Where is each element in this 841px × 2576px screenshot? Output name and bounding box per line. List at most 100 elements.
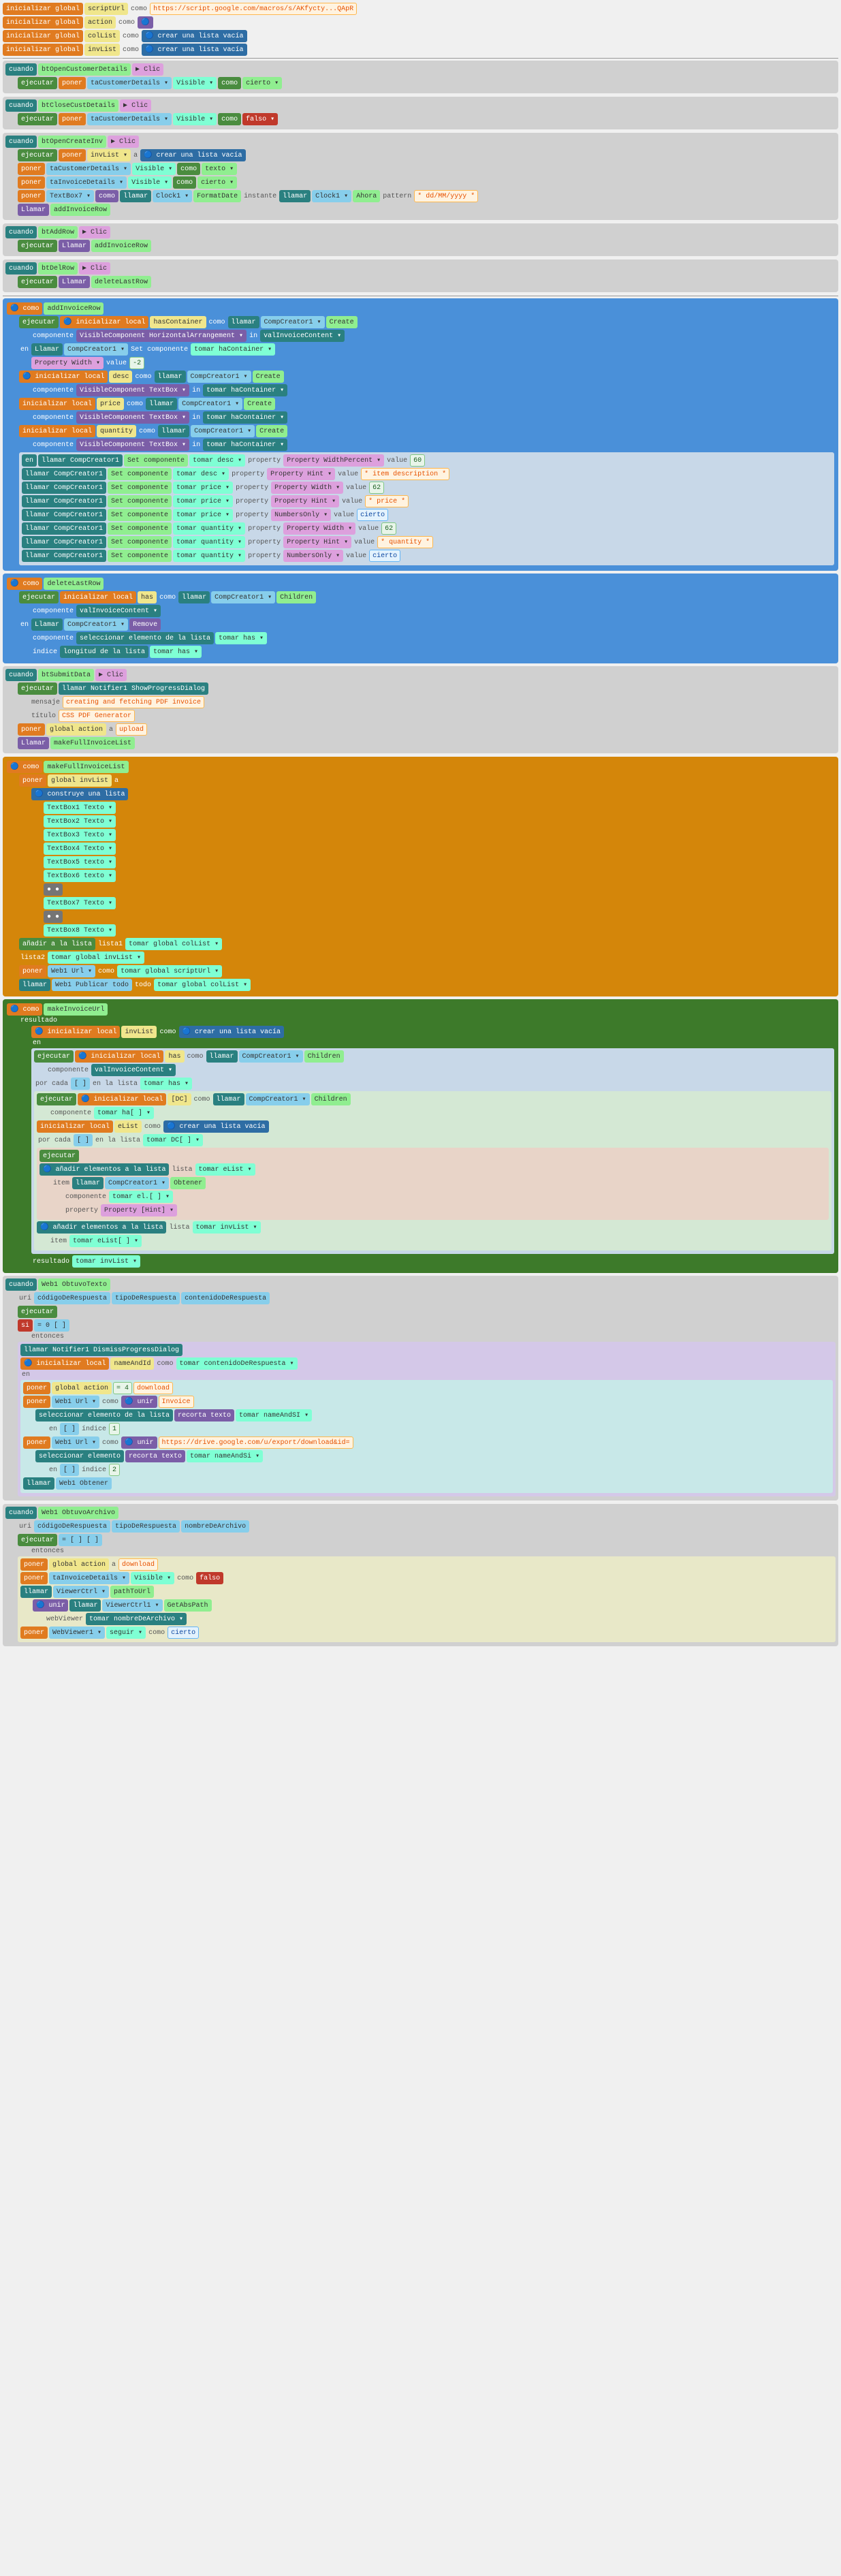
lista1-label: lista1 [97, 941, 124, 948]
componente-label-1: componente [31, 332, 75, 340]
set-desc-widthpct-row: en llamar CompCreator1 Set componente to… [22, 454, 831, 467]
init-local-8: 🔵 inicializar local [78, 1093, 166, 1105]
contenido-respuesta: contenidoDeRespuesta [181, 1292, 270, 1304]
value-label-1: value [105, 360, 128, 367]
ejecutar-chip-row-2: ejecutar = [ ] [ ] [18, 1534, 836, 1546]
item-label-2: item [49, 1238, 68, 1245]
seguir-chip: seguir ▾ [106, 1627, 146, 1639]
web1-gotfile-name: Web1 ObtuvоArchivo [38, 1507, 118, 1519]
en-label-2: en [19, 621, 30, 629]
web1-pub-chip: Web1 Publicar todo [52, 979, 132, 991]
compcreator1-3: CompCreator1 ▾ [187, 371, 251, 383]
web1-gotfile-uri-row: uri códigoDeRespuesta tipoDeRespuesta no… [18, 1520, 836, 1533]
init-dc-row: ejecutar 🔵 inicializar local [DC] como l… [37, 1093, 829, 1105]
ejecutar-chip-row: ejecutar [18, 1306, 836, 1318]
in-label-4: in [191, 441, 202, 449]
como-chip-5: como [95, 190, 118, 202]
remove-chip: Remove [129, 618, 161, 631]
a-label-1: a [132, 152, 139, 159]
poner-visible-false-row: poner taInvoiceDetails ▾ Visible ▾ como … [20, 1572, 833, 1584]
quantity-var: quantity [97, 425, 136, 437]
init-local-6: 🔵 inicializar local [31, 1026, 120, 1038]
ejecutar-chip-7: ejecutar [19, 591, 59, 603]
anadir-elist-row: 🔵 añadir elementos a la lista lista toma… [39, 1163, 826, 1176]
makeInvoiceUrl-name: makeInvoiceUrl [44, 1003, 108, 1016]
create-list-btn-5[interactable]: 🔵 crear una lista vacía [163, 1120, 268, 1133]
create-list-btn-2[interactable]: 🔵 crear una lista vacía [142, 44, 247, 56]
when-chip-5: cuando [5, 262, 37, 274]
en-block-2: poner global action = 4 download poner W… [20, 1380, 833, 1493]
poner-chip-7: poner [18, 723, 45, 736]
visible-textbox-3: VisibleComponent TextBox ▾ [76, 439, 189, 451]
componente-label-7: componente [46, 1067, 90, 1074]
download-str-2: download [118, 1558, 158, 1571]
create-chip-4: Create [256, 425, 287, 437]
llamar-chip-12: llamar CompCreator1 [22, 468, 106, 480]
clic-chip-1: ▶ Clic [132, 63, 163, 76]
tomar-nameandsi: tomar nameAndSI ▾ [236, 1409, 312, 1421]
poner-chip-8: poner [19, 774, 46, 787]
set-quantity-width-row: llamar CompCreator1 Set componente tomar… [22, 522, 831, 535]
global-action-1: global action [46, 723, 106, 736]
llamar-chip-23: llamar [206, 1050, 238, 1063]
dismiss-notifier-row: llamar Notifier1 DismissProgressDialog [20, 1344, 833, 1356]
como-chip-3: como [177, 163, 200, 175]
llamar-chip-21: Llamar [18, 737, 49, 749]
property-hint-2: Property Hint ▾ [271, 495, 339, 507]
llamar-chip-9: llamar [146, 398, 177, 410]
set-price-numbers-row: llamar CompCreator1 Set componente tomar… [22, 509, 831, 521]
property-width-3: Property Width ▾ [283, 522, 355, 535]
create-list-btn-4[interactable]: 🔵 crear una lista vacía [179, 1026, 284, 1038]
clic-chip-5: ▶ Clic [79, 262, 110, 274]
tomar-haContainer-3: tomar haContainer ▾ [203, 411, 287, 424]
property-label-9: property [64, 1207, 99, 1214]
btdelrow-event: cuando btDelRow ▶ Clic ejecutar Llamar d… [3, 260, 838, 292]
addinvoicerow-function: 🔵 como addInvoiceRow ejecutar 🔵 iniciali… [3, 298, 838, 571]
dot-row-1: ● ● [44, 883, 834, 896]
action-var: action [84, 16, 116, 29]
tipo-respuesta-2: tipoDeRespuesta [112, 1520, 180, 1533]
addinvoicerow-chip-1: addInvoiceRow [50, 204, 110, 216]
tainvoicedetails-2: taInvoiceDetails ▾ [49, 1572, 129, 1584]
textbox4-texto: TextBox4 Texto ▾ [44, 843, 116, 855]
construye-block: 🔵 construye una lista TextBox1 Texto ▾ T… [31, 788, 834, 937]
makefullinvoicelist-header: 🔵 como makeFullInvoiceList [7, 761, 834, 773]
llamar-chip-17: llamar CompCreator1 [22, 536, 106, 548]
deletelastrow-body: ejecutar inicializar local has como llam… [19, 591, 834, 658]
clic-chip-6: ▶ Clic [95, 669, 127, 681]
makefullinvoicelist-function: 🔵 como makeFullInvoiceList poner global … [3, 757, 838, 996]
compcreator1-1: CompCreator1 ▾ [261, 316, 325, 328]
tomar-dc: tomar DC[ ] ▾ [143, 1134, 203, 1146]
equals-4: = 4 [113, 1382, 132, 1394]
tomar-price-1: tomar price ▾ [173, 482, 233, 494]
a-label-4: a [110, 1561, 117, 1569]
init-global-chip-1: inicializar global [3, 3, 83, 15]
btclosecustdetails-event: cuando btCloseCustDetails ▶ Clic ejecuta… [3, 97, 838, 129]
web1-url-3: Web1 Url ▾ [52, 1436, 99, 1449]
create-list-btn-1[interactable]: 🔵 crear una lista vacía [142, 30, 247, 42]
como-label-5: como [208, 319, 227, 326]
ahora-chip: Ahora [353, 190, 380, 202]
set-price-width-row: llamar CompCreator1 Set componente tomar… [22, 482, 831, 494]
init-local-7: 🔵 inicializar local [75, 1050, 163, 1063]
a-label-2: a [108, 726, 114, 734]
value-label-8: value [353, 539, 376, 546]
tb2-row: TextBox2 Texto ▾ [44, 815, 834, 828]
webviewer-nombre-row: webViewer tomar nombreDeArchivo ▾ [45, 1613, 833, 1625]
construye-chip: 🔵 construye una lista [31, 788, 128, 800]
btopencreateInv-body: ejecutar poner invList ▾ a 🔵 crear una l… [18, 149, 836, 216]
makefullinvoicelist-chip-1: makeFullInvoiceList [50, 737, 135, 749]
resultado-label-2: resultado [31, 1258, 71, 1266]
set-quantity-numbers-row: llamar CompCreator1 Set componente tomar… [22, 550, 831, 562]
deletelastrow-en-row: en Llamar CompCreator1 ▾ Remove [19, 618, 834, 631]
por-cada-label-1: por cada [34, 1080, 69, 1088]
create-list-btn-3[interactable]: 🔵 crear una lista vacía [140, 149, 245, 161]
tomar-quantity-2: tomar quantity ▾ [173, 536, 245, 548]
compcreator1-5: CompCreator1 ▾ [191, 425, 255, 437]
init-invlist-row: inicializar global invList como 🔵 crear … [3, 44, 838, 56]
como-circle-4: 🔵 como [7, 1003, 42, 1016]
tainvoicedetails-1: taInvoiceDetails ▾ [46, 176, 127, 189]
poner-chip-4: poner [18, 163, 45, 175]
entonces-label: entonces [30, 1333, 65, 1340]
poner-web1-url-row: poner Web1 Url ▾ como tomar global scrip… [19, 965, 834, 977]
